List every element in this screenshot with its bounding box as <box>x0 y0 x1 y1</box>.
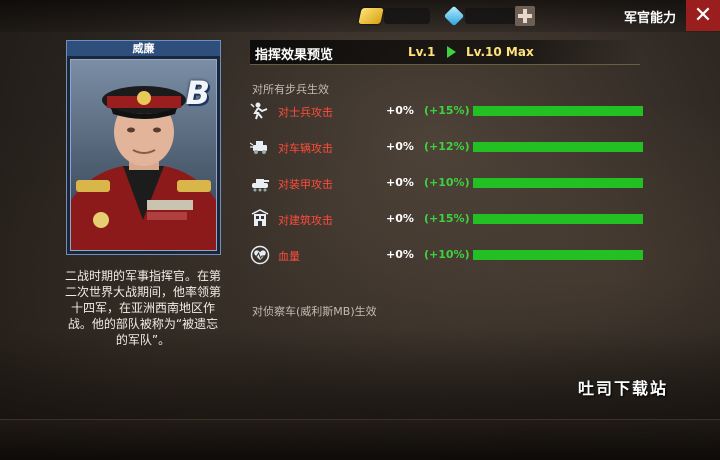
panel-title: 军官能力 <box>624 11 677 26</box>
heart-icon <box>250 245 270 265</box>
gem-resource <box>443 5 535 27</box>
stat-progress-bar <box>473 106 643 116</box>
stat-progress-fill <box>473 178 643 188</box>
stat-row: 对建筑攻击 +0% (+15%) <box>250 209 650 231</box>
stat-max-value: (+12%) <box>424 140 470 153</box>
stats-header: 指挥效果预览 Lv.1 Lv.10 Max <box>250 40 640 65</box>
section-label-infantry: 对所有步兵生效 <box>252 83 329 96</box>
gold-amount-bar <box>384 8 430 24</box>
watermark: 吐司下载站 <box>578 379 669 398</box>
stat-max-value: (+10%) <box>424 176 470 189</box>
vehicle-attack-icon <box>249 137 270 157</box>
stat-current-value: +0% <box>386 176 414 189</box>
stat-name: 血量 <box>278 250 300 263</box>
stat-progress-fill <box>473 250 643 260</box>
soldier-attack-icon <box>250 101 270 121</box>
stat-progress-bar <box>473 178 643 188</box>
stat-max-value: (+10%) <box>424 248 470 261</box>
arrow-right-icon <box>447 46 456 58</box>
officer-bio: 二战时期的军事指挥官。在第二次世界大战期间，他率领第十四军，在亚洲西南地区作战。… <box>64 269 221 347</box>
gold-bar-icon <box>358 8 384 24</box>
gold-resource <box>358 6 430 26</box>
level-from: Lv.1 <box>408 45 436 59</box>
armor-attack-icon <box>250 173 270 193</box>
stat-current-value: +0% <box>386 104 414 117</box>
grade-badge: B <box>185 74 210 112</box>
stat-progress-bar <box>473 142 643 152</box>
close-button[interactable]: ✕ <box>686 0 720 31</box>
add-gems-button[interactable] <box>515 6 535 26</box>
stat-name: 对装甲攻击 <box>278 178 333 191</box>
stat-current-value: +0% <box>386 140 414 153</box>
stat-progress-fill <box>473 214 643 224</box>
section-label-scout-car: 对侦察车(威利斯MB)生效 <box>252 305 377 318</box>
stat-name: 对士兵攻击 <box>278 106 333 119</box>
stat-name: 对车辆攻击 <box>278 142 333 155</box>
officer-card: 威廉 B <box>66 40 221 255</box>
top-bar: 军官能力 ✕ <box>0 0 720 32</box>
stat-row: 对士兵攻击 +0% (+15%) <box>250 101 650 123</box>
officer-name: 威廉 <box>67 41 220 56</box>
stat-current-value: +0% <box>386 248 414 261</box>
stat-progress-bar <box>473 214 643 224</box>
stat-max-value: (+15%) <box>424 104 470 117</box>
stat-progress-fill <box>473 106 643 116</box>
close-icon[interactable]: ✕ <box>694 3 712 28</box>
bottom-strip <box>0 419 720 460</box>
gem-amount-bar <box>465 8 517 24</box>
stat-row: 对车辆攻击 +0% (+12%) <box>249 137 650 159</box>
stat-max-value: (+15%) <box>424 212 470 225</box>
stat-row: 血量 +0% (+10%) <box>250 245 650 267</box>
stat-progress-fill <box>473 142 643 152</box>
stat-name: 对建筑攻击 <box>278 214 333 227</box>
officer-portrait: B <box>70 59 217 251</box>
stat-current-value: +0% <box>386 212 414 225</box>
stats-title: 指挥效果预览 <box>255 48 334 63</box>
gem-icon <box>443 5 465 27</box>
stat-row: 对装甲攻击 +0% (+10%) <box>250 173 650 195</box>
building-attack-icon <box>250 209 270 229</box>
level-to: Lv.10 Max <box>466 45 534 59</box>
stat-progress-bar <box>473 250 643 260</box>
